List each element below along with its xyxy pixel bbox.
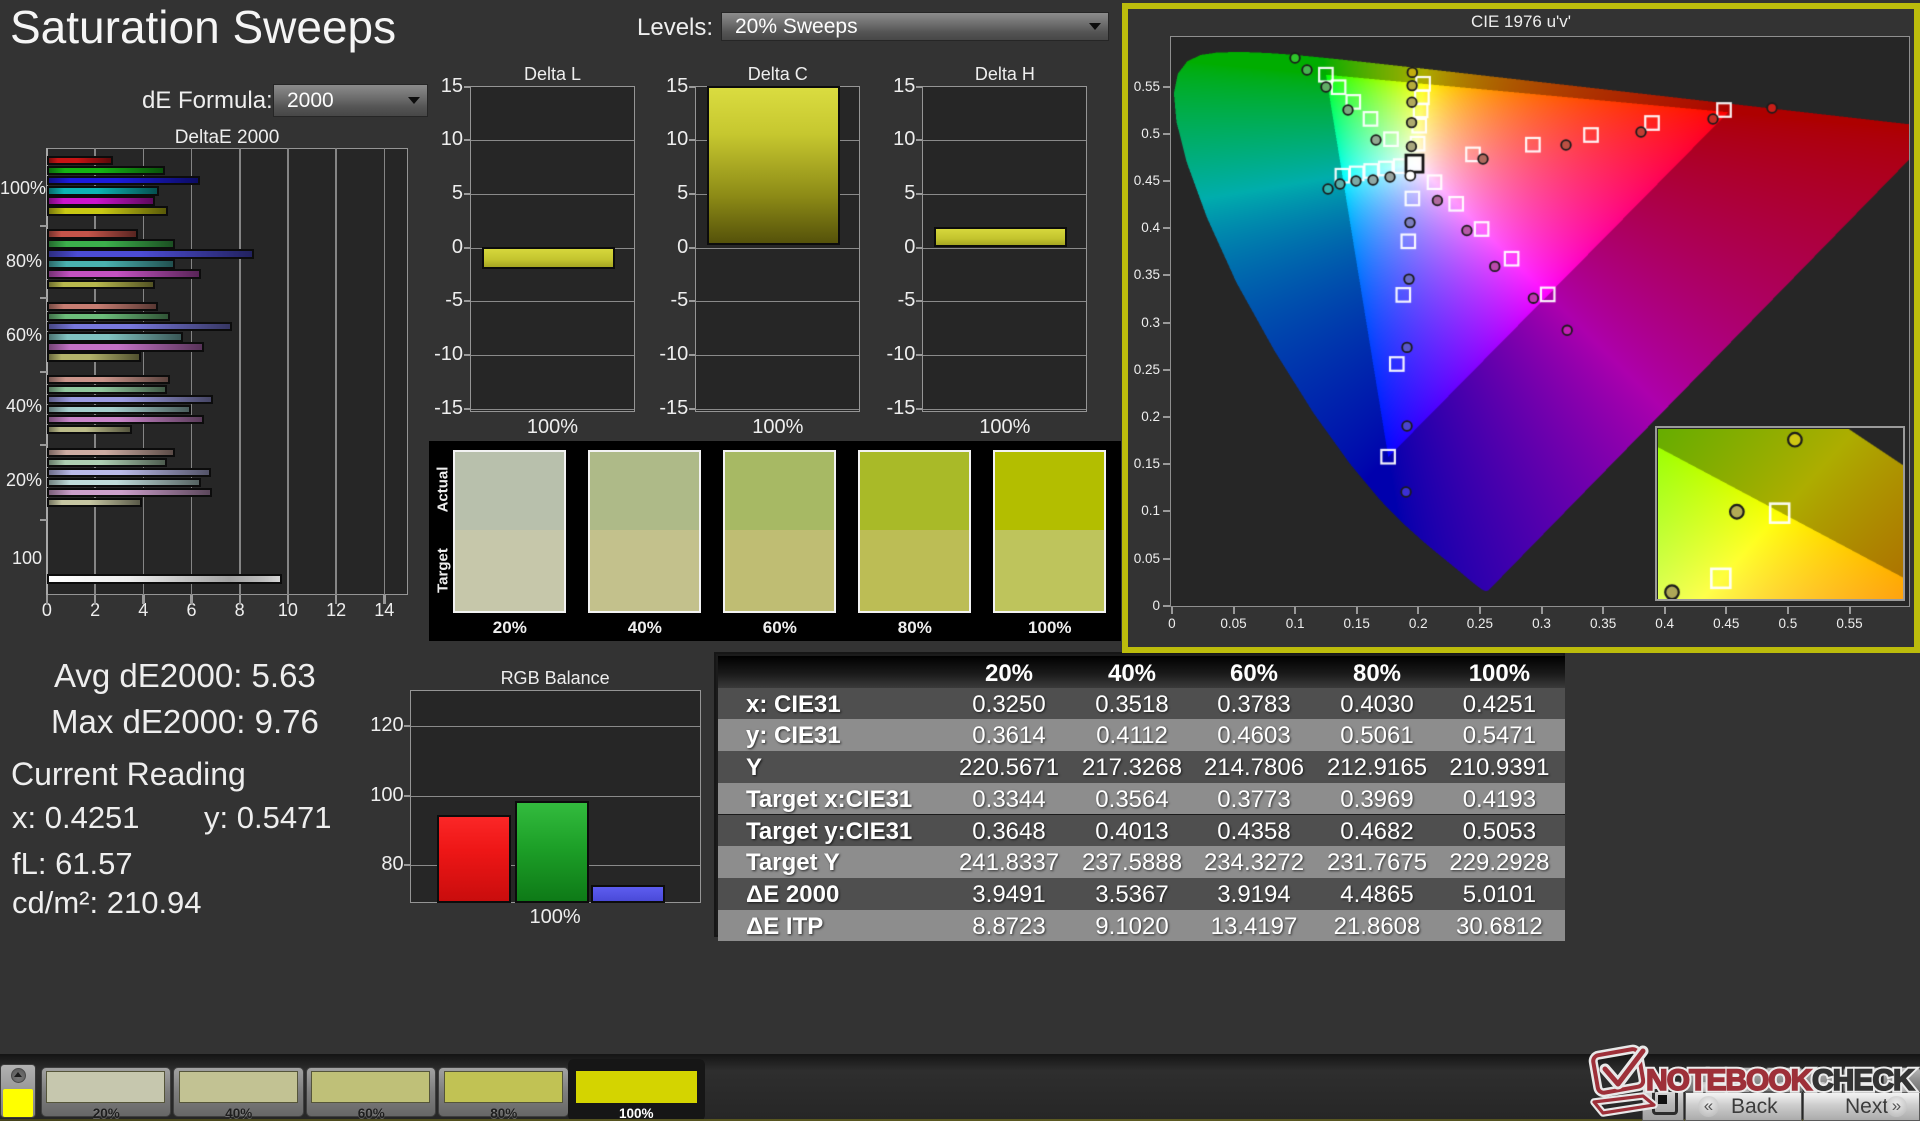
svg-text:NOTEBOOK: NOTEBOOK [1646, 1064, 1813, 1097]
svg-text:CHECK: CHECK [1812, 1064, 1915, 1097]
